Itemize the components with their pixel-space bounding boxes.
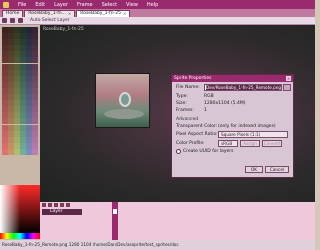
menu-file[interactable]: File xyxy=(18,2,26,8)
status-bar: RoseBaby_1-fn-25_Remote.png 1280 1104 /h… xyxy=(0,240,315,250)
menu-bar: File Edit Layer Frame Select View Help xyxy=(0,0,315,9)
palette-swatch[interactable] xyxy=(32,45,38,52)
type-value: RGB xyxy=(204,94,214,99)
frame-column xyxy=(112,202,118,240)
color-profile-select[interactable]: sRGB xyxy=(218,140,238,147)
close-icon[interactable]: × xyxy=(286,76,291,81)
pixel-ratio-value: Square Pixels (1:1) xyxy=(221,132,261,137)
palette-swatch[interactable] xyxy=(32,136,38,143)
palette-swatch[interactable] xyxy=(32,100,38,107)
size-label: Size: xyxy=(176,101,187,106)
timeline-toolbar xyxy=(40,202,315,208)
palette-grid xyxy=(2,27,38,155)
status-text: RoseBaby_1-fn-25_Remote.png 1280 1104 /h… xyxy=(2,242,179,247)
tab-document-1[interactable]: RoseBaby_1-fn... × xyxy=(24,10,76,17)
auto-select-label[interactable]: Auto Select Layer xyxy=(30,18,70,23)
palette-swatch[interactable] xyxy=(32,87,38,94)
palette-swatch[interactable] xyxy=(32,51,38,58)
menu-edit[interactable]: Edit xyxy=(35,2,45,8)
palette-swatch[interactable] xyxy=(32,63,38,70)
first-frame-icon[interactable] xyxy=(42,203,46,207)
layer-name: Layer xyxy=(50,209,63,214)
frames-label: Frames: xyxy=(176,108,194,113)
last-frame-icon[interactable] xyxy=(66,203,70,207)
pencil-tool-icon[interactable] xyxy=(18,18,23,23)
file-name-field[interactable]: Dev/RoseBaby_1-fn-25_Remote.png xyxy=(204,84,282,91)
prev-frame-icon[interactable] xyxy=(48,203,52,207)
transparent-label: Transparent Color: xyxy=(176,124,218,129)
tab-document-2[interactable]: RoseBaby_1-fn-25 × xyxy=(76,10,131,17)
sprite-ring xyxy=(119,92,131,107)
palette-swatch[interactable] xyxy=(32,142,38,149)
next-frame-icon[interactable] xyxy=(60,203,64,207)
pixel-ratio-label: Pixel Aspect Ratio: xyxy=(176,132,218,137)
document-tabs: Home RoseBaby_1-fn... × RoseBaby_1-fn-25… xyxy=(0,9,315,17)
ok-button[interactable]: OK xyxy=(245,166,263,173)
transparent-value: (only for indexed images) xyxy=(218,124,276,129)
palette-swatch[interactable] xyxy=(32,75,38,82)
app-logo-icon xyxy=(3,1,9,8)
palette-swatch[interactable] xyxy=(32,69,38,76)
palette-swatch[interactable] xyxy=(32,106,38,113)
palette-swatch[interactable] xyxy=(32,118,38,125)
context-toolbar: Auto Select Layer xyxy=(0,17,315,25)
color-spectrum[interactable] xyxy=(0,185,40,233)
dialog-title: Sprite Properties xyxy=(174,76,212,81)
pixel-ratio-select[interactable]: Square Pixels (1:1) xyxy=(218,131,288,138)
palette-swatch[interactable] xyxy=(32,57,38,64)
color-profile-value: sRGB xyxy=(221,141,233,146)
timeline-panel: Layer xyxy=(40,202,315,240)
palette-swatch[interactable] xyxy=(32,148,38,155)
color-panel xyxy=(0,25,40,250)
play-icon[interactable] xyxy=(54,203,58,207)
type-label: Type: xyxy=(176,94,188,99)
file-name-value: Dev/RoseBaby_1-fn-25_Remote.png xyxy=(206,85,282,90)
tab-home[interactable]: Home xyxy=(2,10,24,17)
palette-swatch[interactable] xyxy=(32,27,38,33)
layer-row[interactable]: Layer xyxy=(42,209,82,215)
file-name-label: File Name: xyxy=(176,85,200,90)
sprite-base xyxy=(104,109,144,119)
dialog-titlebar: Sprite Properties × xyxy=(172,75,293,82)
menu-select[interactable]: Select xyxy=(102,2,117,8)
assign-button[interactable]: Assign xyxy=(240,140,260,147)
color-profile-label: Color Profile: xyxy=(176,141,205,146)
advanced-section[interactable]: Advanced xyxy=(176,117,198,122)
frames-value: 1 xyxy=(204,108,207,113)
menu-help[interactable]: Help xyxy=(147,2,158,8)
convert-button[interactable]: Convert xyxy=(262,140,282,147)
cancel-button[interactable]: Cancel xyxy=(265,166,289,173)
hue-slider[interactable] xyxy=(0,233,40,239)
uuid-label: Create UUID for layers xyxy=(183,149,234,154)
palette-swatch[interactable] xyxy=(32,94,38,101)
uuid-checkbox[interactable] xyxy=(176,149,181,154)
menu-frame[interactable]: Frame xyxy=(77,2,93,8)
canvas-title: RoseBaby_1-fn-25 xyxy=(43,27,84,32)
select-tool-icon[interactable] xyxy=(10,18,15,23)
sprite-image xyxy=(95,73,150,128)
size-value: 1280x1104 (5.4M) xyxy=(204,101,246,106)
palette-swatch[interactable] xyxy=(32,130,38,137)
browse-button[interactable] xyxy=(283,84,291,91)
palette-swatch[interactable] xyxy=(32,112,38,119)
menu-view[interactable]: View xyxy=(126,2,138,8)
frame-cel[interactable] xyxy=(113,209,117,214)
palette-swatch[interactable] xyxy=(32,81,38,88)
palette-swatch[interactable] xyxy=(32,33,38,40)
menu-layer[interactable]: Layer xyxy=(54,2,68,8)
move-tool-icon[interactable] xyxy=(2,18,7,23)
palette-swatch[interactable] xyxy=(32,39,38,46)
sprite-properties-dialog: Sprite Properties × File Name: Dev/RoseB… xyxy=(171,74,294,178)
palette-swatch[interactable] xyxy=(32,124,38,131)
